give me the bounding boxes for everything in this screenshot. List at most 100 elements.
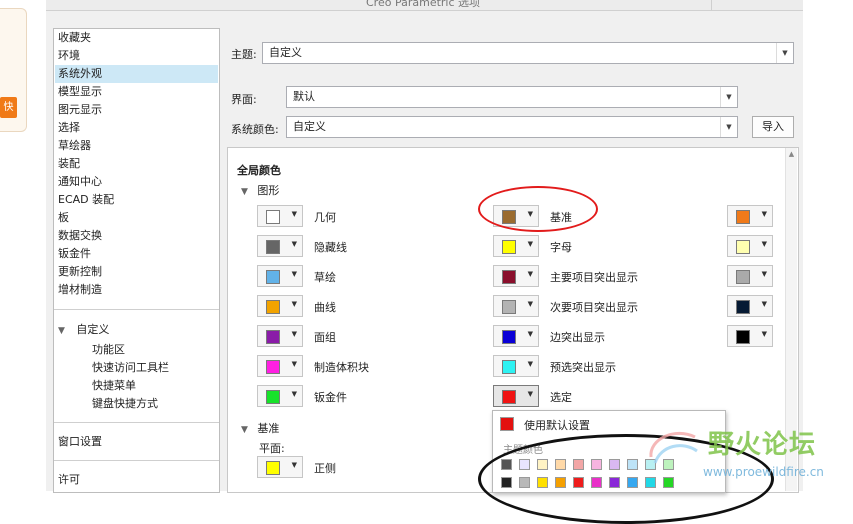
color-swatch: [502, 390, 516, 404]
color-picker-button[interactable]: ▼: [727, 235, 773, 257]
dialog-title-bar: Creo Parametric 选项: [46, 0, 803, 11]
color-picker-button[interactable]: ▼: [493, 265, 539, 287]
color-picker-button[interactable]: ▼: [257, 265, 303, 287]
color-swatch: [502, 330, 516, 344]
color-swatch: [266, 360, 280, 374]
nav-item-license[interactable]: 许可: [58, 471, 80, 489]
color-picker-button[interactable]: ▼: [257, 385, 303, 407]
color-item-label: 草绘: [314, 271, 336, 284]
nav-item-quick-access-toolbar[interactable]: 快速访问工具栏: [92, 359, 169, 377]
nav-item-sketcher[interactable]: 草绘器: [58, 137, 91, 155]
nav-item-additive-manufacturing[interactable]: 增材制造: [58, 281, 102, 299]
nav-item-board[interactable]: 板: [58, 209, 69, 227]
color-picker-button[interactable]: ▼: [257, 355, 303, 377]
nav-item-sheetmetal[interactable]: 钣金件: [58, 245, 91, 263]
section-title: 全局颜色: [237, 164, 281, 177]
chevron-down-icon: ▼: [291, 360, 297, 368]
nav-item-shortcut-menu[interactable]: 快捷菜单: [92, 377, 136, 395]
watermark-url: www.proewildfire.cn: [703, 465, 824, 479]
color-item-label: 正侧: [314, 462, 336, 475]
chevron-down-icon: ▼: [527, 240, 533, 248]
color-swatch: [266, 300, 280, 314]
chevron-down-icon: ▼: [761, 300, 767, 308]
nav-item-window-settings[interactable]: 窗口设置: [58, 433, 102, 451]
nav-divider: [54, 309, 219, 310]
graphics-group-header[interactable]: ▼ 图形: [241, 182, 279, 198]
chevron-down-icon: ▼: [527, 300, 533, 308]
nav-item-environment[interactable]: 环境: [58, 47, 80, 65]
theme-dropdown[interactable]: 自定义 ▼: [262, 42, 794, 64]
color-swatch: [502, 270, 516, 284]
color-item-label: 边突出显示: [550, 331, 605, 344]
system-color-dropdown[interactable]: 自定义 ▼: [286, 116, 738, 138]
color-picker-button[interactable]: ▼: [727, 295, 773, 317]
nav-item-ribbon[interactable]: 功能区: [92, 341, 125, 359]
color-picker-button[interactable]: ▼: [257, 235, 303, 257]
expand-icon: ▼: [241, 187, 248, 197]
color-item-label: 钣金件: [314, 391, 347, 404]
color-item-label: 隐藏线: [314, 241, 347, 254]
highlight-circle-red: [478, 186, 598, 232]
nav-item-assembly[interactable]: 装配: [58, 155, 80, 173]
color-picker-button[interactable]: ▼: [493, 325, 539, 347]
plane-label: 平面:: [259, 442, 285, 455]
nav-item-entity-display[interactable]: 图元显示: [58, 101, 102, 119]
use-default-label: 使用默认设置: [524, 419, 590, 432]
chevron-down-icon: ▼: [776, 43, 793, 63]
datum-group-header[interactable]: ▼ 基准: [241, 420, 279, 436]
color-picker-button[interactable]: ▼: [493, 295, 539, 317]
color-item-label: 曲线: [314, 301, 336, 314]
color-item-label: 预选突出显示: [550, 361, 616, 374]
color-item-label: 次要项目突出显示: [550, 301, 638, 314]
title-divider: [711, 0, 712, 11]
chevron-down-icon: ▼: [527, 270, 533, 278]
color-picker-button[interactable]: ▼: [493, 355, 539, 377]
color-picker-button[interactable]: ▼: [727, 205, 773, 227]
dialog-title: Creo Parametric 选项: [366, 0, 481, 9]
ui-value: 默认: [293, 90, 315, 103]
system-color-label: 系统颜色:: [231, 123, 279, 136]
color-swatch: [266, 270, 280, 284]
color-picker-button[interactable]: ▼: [257, 456, 303, 478]
color-swatch: [502, 360, 516, 374]
color-swatch: [266, 461, 280, 475]
color-picker-button[interactable]: ▼: [493, 385, 539, 407]
ui-label: 界面:: [231, 93, 257, 106]
color-swatch: [736, 270, 750, 284]
nav-item-data-exchange[interactable]: 数据交换: [58, 227, 102, 245]
chevron-down-icon: ▼: [720, 117, 737, 137]
watermark-text: 野火论坛: [708, 430, 817, 460]
nav-section-customize[interactable]: ▼ 自定义: [58, 321, 109, 339]
import-button[interactable]: 导入: [752, 116, 794, 138]
ui-dropdown[interactable]: 默认 ▼: [286, 86, 738, 108]
color-picker-button[interactable]: ▼: [727, 265, 773, 287]
watermark-logo: [649, 431, 698, 464]
nav-item-ecad-assembly[interactable]: ECAD 装配: [58, 191, 114, 209]
color-picker-button[interactable]: ▼: [257, 325, 303, 347]
nav-item-update-control[interactable]: 更新控制: [58, 263, 102, 281]
chevron-down-icon: ▼: [761, 270, 767, 278]
nav-item-selection[interactable]: 选择: [58, 119, 80, 137]
color-picker-button[interactable]: ▼: [493, 235, 539, 257]
color-picker-button[interactable]: ▼: [257, 295, 303, 317]
nav-item-system-appearance[interactable]: 系统外观: [55, 65, 218, 83]
color-swatch: [736, 240, 750, 254]
nav-section-customize-label: 自定义: [76, 323, 110, 336]
expand-icon: ▼: [58, 326, 65, 336]
nav-divider: [54, 460, 219, 461]
nav-item-keyboard-shortcuts[interactable]: 键盘快捷方式: [92, 395, 158, 413]
color-picker-button[interactable]: ▼: [257, 205, 303, 227]
nav-item-model-display[interactable]: 模型显示: [58, 83, 102, 101]
chevron-down-icon: ▼: [720, 87, 737, 107]
scroll-up-icon[interactable]: ▲: [786, 150, 797, 158]
nav-item-favorites[interactable]: 收藏夹: [58, 29, 91, 47]
color-swatch: [266, 210, 280, 224]
color-swatch: [502, 240, 516, 254]
chevron-down-icon: ▼: [291, 461, 297, 469]
nav-item-notification-center[interactable]: 通知中心: [58, 173, 102, 191]
color-picker-button[interactable]: ▼: [727, 325, 773, 347]
chevron-down-icon: ▼: [291, 270, 297, 278]
chevron-down-icon: ▼: [291, 330, 297, 338]
background-app-button[interactable]: 快: [0, 97, 17, 118]
chevron-down-icon: ▼: [761, 210, 767, 218]
